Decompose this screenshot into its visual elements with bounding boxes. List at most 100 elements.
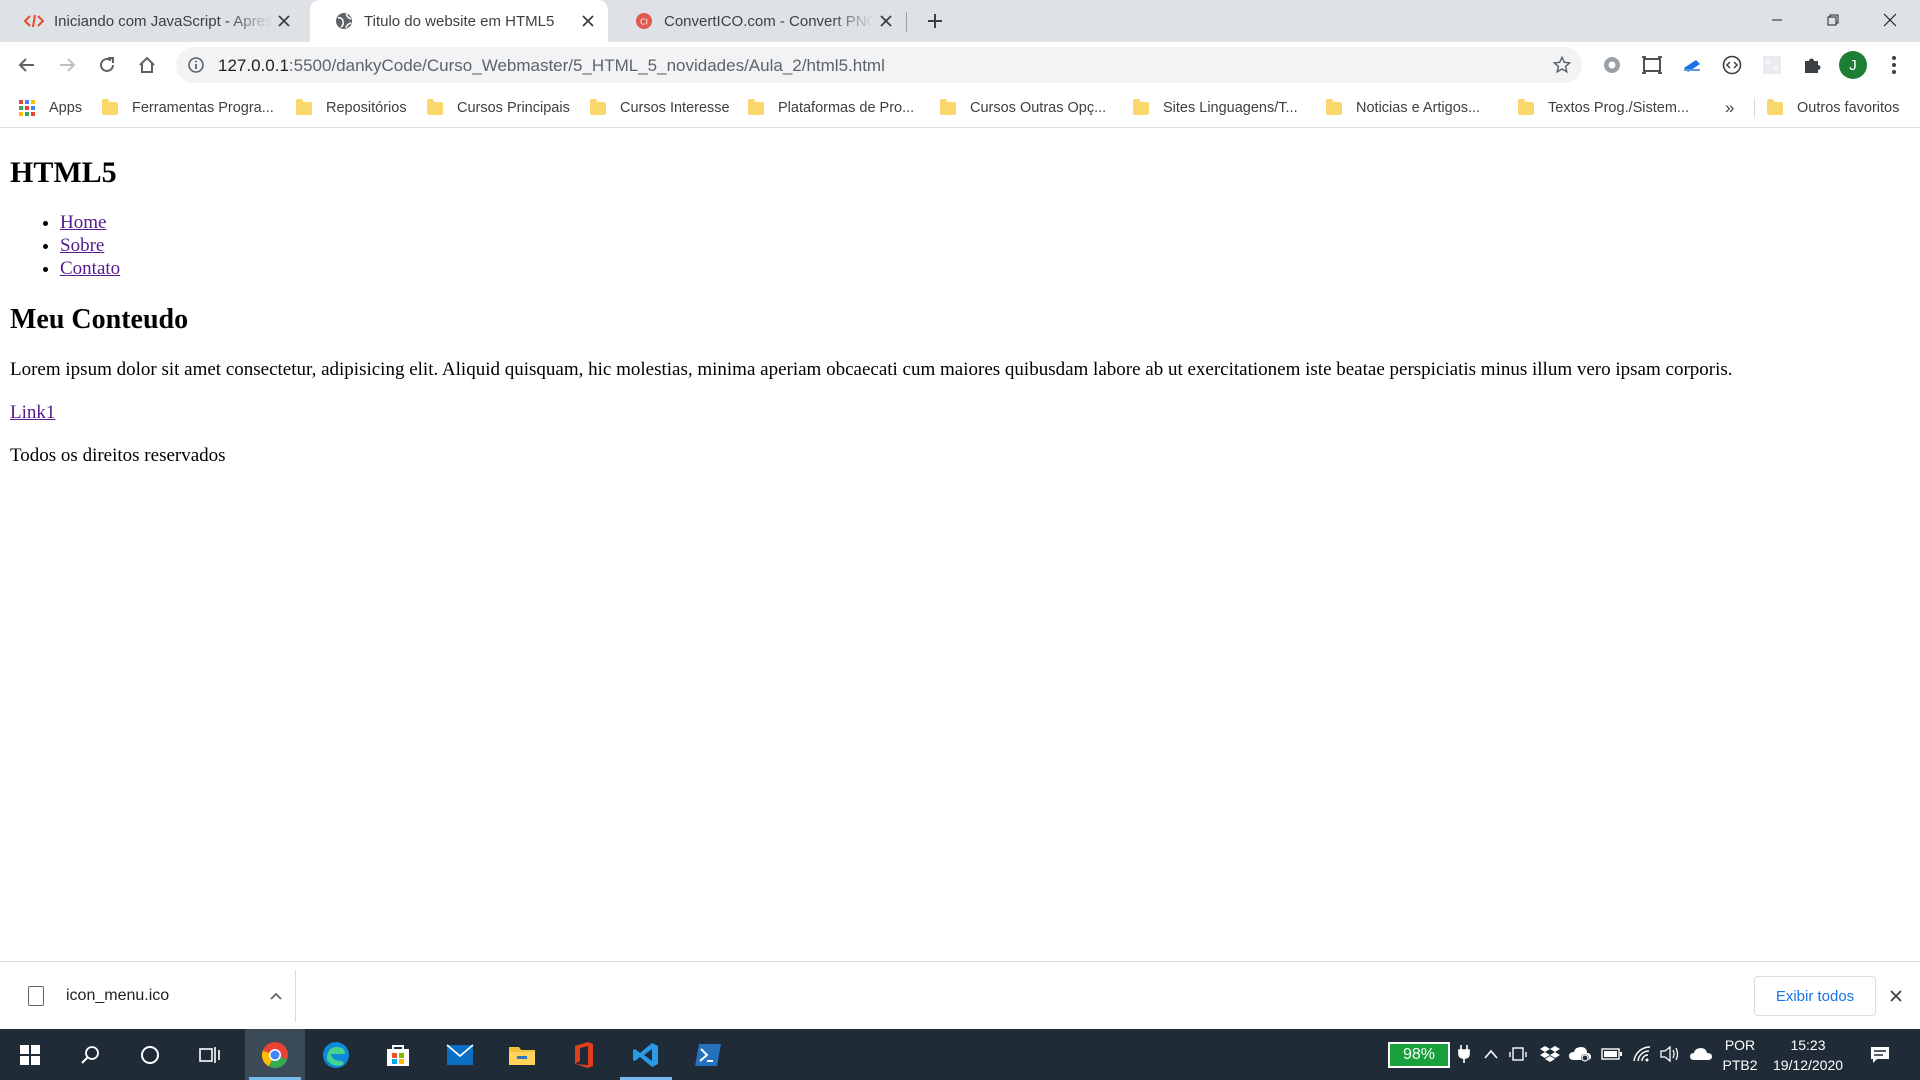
dropbox-icon[interactable] — [1538, 1042, 1562, 1066]
content-link[interactable]: Link1 — [10, 402, 55, 423]
new-tab-button[interactable] — [918, 7, 952, 35]
globe-icon — [334, 11, 354, 31]
extension-code-icon[interactable] — [1719, 52, 1745, 78]
task-view-icon — [199, 1046, 220, 1063]
cortana-button[interactable] — [120, 1029, 180, 1080]
tab-title: Titulo do website em HTML5 — [364, 12, 555, 30]
taskbar-chrome[interactable] — [245, 1029, 305, 1080]
page-content: HTML5 Home Sobre Contato Meu Conteudo Lo… — [0, 129, 1920, 961]
taskbar-file-explorer[interactable] — [492, 1029, 552, 1080]
nav-link-contato[interactable]: Contato — [60, 258, 120, 279]
close-shelf-icon[interactable] — [1884, 984, 1908, 1008]
puzzle-icon[interactable] — [1799, 52, 1825, 78]
nav-link-home[interactable]: Home — [60, 212, 106, 233]
onedrive-icon[interactable] — [1689, 1042, 1713, 1066]
link-paragraph: Link1 — [10, 401, 1910, 424]
powershell-icon — [695, 1043, 721, 1066]
nav-list: Home Sobre Contato — [60, 211, 1910, 280]
close-window-button[interactable] — [1862, 0, 1918, 40]
bookmarks-separator — [1754, 98, 1755, 118]
close-tab-icon[interactable] — [874, 9, 898, 33]
shelf-separator — [295, 970, 296, 1022]
bookmark-folder[interactable]: Cursos Interesse — [590, 94, 730, 122]
bookmarks-overflow-button[interactable]: » — [1725, 98, 1734, 118]
info-icon[interactable] — [186, 55, 206, 75]
taskbar-store[interactable] — [368, 1029, 428, 1080]
bookmark-apps[interactable]: Apps — [19, 94, 82, 122]
download-shelf: icon_menu.ico Exibir todos — [0, 961, 1920, 1029]
extension-blank-icon[interactable] — [1759, 52, 1785, 78]
bookmark-star-icon[interactable] — [1550, 53, 1574, 77]
device-icon[interactable] — [1506, 1042, 1530, 1066]
plus-icon — [928, 14, 942, 28]
show-all-downloads-button[interactable]: Exibir todos — [1754, 976, 1876, 1016]
extension-gear-icon[interactable] — [1599, 52, 1625, 78]
search-button[interactable] — [60, 1029, 120, 1080]
profile-avatar[interactable]: J — [1839, 51, 1867, 79]
svg-text:CI: CI — [640, 18, 648, 27]
address-bar[interactable]: 127.0.0.1:5500/dankyCode/Curso_Webmaster… — [176, 47, 1582, 83]
cloud-sync-icon[interactable] — [1568, 1042, 1592, 1066]
url-path: :5500/dankyCode/Curso_Webmaster/5_HTML_5… — [288, 56, 885, 75]
taskbar-mail[interactable] — [430, 1029, 490, 1080]
wifi-icon[interactable] — [1630, 1042, 1654, 1066]
reload-icon — [100, 57, 114, 72]
tab-javascript[interactable]: Iniciando com JavaScript - Apres — [0, 0, 304, 42]
taskbar-office[interactable] — [554, 1029, 614, 1080]
folder-icon — [509, 1046, 535, 1065]
windows-taskbar: 98% POR PTB2 15:23 19/12/2020 — [0, 1029, 1920, 1080]
menu-kebab-icon[interactable] — [1881, 52, 1907, 78]
minimize-icon — [1772, 19, 1782, 21]
edge-icon — [323, 1041, 349, 1068]
vscode-icon — [633, 1042, 658, 1067]
reload-button[interactable] — [89, 47, 125, 83]
mail-icon — [446, 1043, 474, 1065]
system-clock[interactable]: 15:23 19/12/2020 — [1766, 1035, 1850, 1075]
restore-button[interactable] — [1805, 0, 1861, 40]
nav-item: Home — [60, 211, 1910, 234]
nav-link-sobre[interactable]: Sobre — [60, 235, 104, 256]
notification-center-icon[interactable] — [1866, 1042, 1894, 1068]
home-button[interactable] — [129, 47, 165, 83]
tab-title: Iniciando com JavaScript - Apres — [54, 12, 272, 30]
task-view-button[interactable] — [180, 1029, 240, 1080]
taskbar-edge[interactable] — [306, 1029, 366, 1080]
bookmark-folder[interactable]: Sites Linguagens/T... — [1133, 94, 1298, 122]
content-title: Meu Conteudo — [10, 304, 189, 335]
close-tab-icon[interactable] — [576, 9, 600, 33]
bookmark-folder[interactable]: Repositórios — [296, 94, 407, 122]
forward-button[interactable] — [49, 47, 85, 83]
bookmark-folder[interactable]: Ferramentas Progra... — [102, 94, 274, 122]
bookmarks-bar: Apps Ferramentas Progra... Repositórios … — [0, 88, 1920, 128]
chevron-up-icon[interactable] — [1479, 1042, 1503, 1066]
battery-icon[interactable] — [1600, 1042, 1624, 1066]
bookmark-other-favorites[interactable]: Outros favoritos — [1767, 94, 1899, 122]
screen-capture-icon[interactable] — [1639, 52, 1665, 78]
download-item[interactable]: icon_menu.ico — [20, 976, 296, 1016]
tab-html5[interactable]: Titulo do website em HTML5 — [310, 0, 608, 42]
extension-blue-icon[interactable] — [1679, 52, 1705, 78]
bookmark-folder[interactable]: Cursos Outras Opç... — [940, 94, 1106, 122]
tab-converticon[interactable]: CI ConvertICO.com - Convert PNG t — [610, 0, 906, 42]
bookmark-folder[interactable]: Textos Prog./Sistem... — [1518, 94, 1689, 122]
input-language-indicator[interactable]: POR PTB2 — [1716, 1035, 1764, 1075]
close-icon — [1883, 13, 1897, 27]
chevron-up-icon[interactable] — [264, 984, 288, 1008]
bookmark-label: Outros favoritos — [1797, 100, 1900, 116]
minimize-button[interactable] — [1749, 0, 1805, 40]
back-button[interactable] — [9, 47, 45, 83]
content-paragraph: Lorem ipsum dolor sit amet consectetur, … — [10, 359, 1733, 380]
apps-grid-icon — [19, 100, 35, 116]
bookmark-folder[interactable]: Noticias e Artigos... — [1326, 94, 1480, 122]
url-text: 127.0.0.1:5500/dankyCode/Curso_Webmaster… — [218, 56, 885, 76]
speaker-icon[interactable] — [1659, 1042, 1683, 1066]
start-button[interactable] — [0, 1029, 60, 1080]
taskbar-vscode[interactable] — [616, 1029, 676, 1080]
chrome-icon — [261, 1041, 288, 1068]
taskbar-powershell[interactable] — [678, 1029, 738, 1080]
power-plug-icon[interactable] — [1452, 1042, 1476, 1066]
bookmark-folder[interactable]: Plataformas de Pro... — [748, 94, 914, 122]
bookmark-folder[interactable]: Cursos Principais — [427, 94, 570, 122]
close-tab-icon[interactable] — [272, 9, 296, 33]
battery-percentage-badge[interactable]: 98% — [1388, 1042, 1450, 1068]
